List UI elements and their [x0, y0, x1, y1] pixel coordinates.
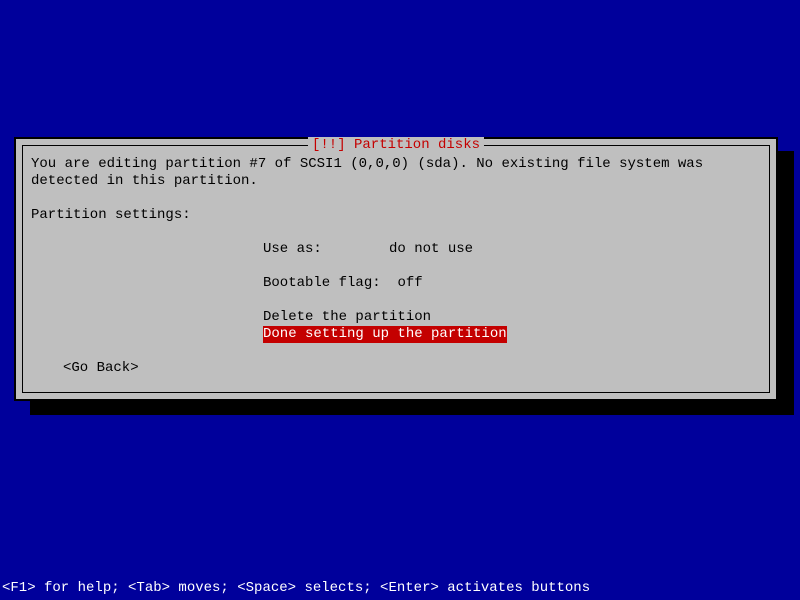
use-as-value: do not use: [389, 241, 473, 257]
delete-partition-action[interactable]: Delete the partition: [263, 309, 761, 326]
help-footer: <F1> for help; <Tab> moves; <Space> sele…: [0, 580, 590, 596]
go-back-button[interactable]: <Go Back>: [31, 360, 761, 377]
done-partition-action[interactable]: Done setting up the partition: [263, 326, 761, 343]
use-as-label: Use as:: [263, 241, 322, 257]
done-selected: Done setting up the partition: [263, 326, 507, 343]
settings-block: Use as: do not use Bootable flag: off De…: [31, 241, 761, 343]
intro-text: You are editing partition #7 of SCSI1 (0…: [31, 156, 761, 190]
bootable-value: off: [397, 275, 422, 291]
use-as-row[interactable]: Use as: do not use: [263, 241, 761, 258]
dialog-title: [!!] Partition disks: [308, 137, 484, 153]
dialog-border: [!!] Partition disks You are editing par…: [22, 145, 770, 393]
bootable-label: Bootable flag:: [263, 275, 381, 291]
spacer: [263, 292, 761, 309]
partition-dialog: [!!] Partition disks You are editing par…: [14, 137, 778, 401]
spacer: [263, 258, 761, 275]
bootable-row[interactable]: Bootable flag: off: [263, 275, 761, 292]
dialog-content: You are editing partition #7 of SCSI1 (0…: [23, 146, 769, 387]
section-label: Partition settings:: [31, 207, 761, 224]
